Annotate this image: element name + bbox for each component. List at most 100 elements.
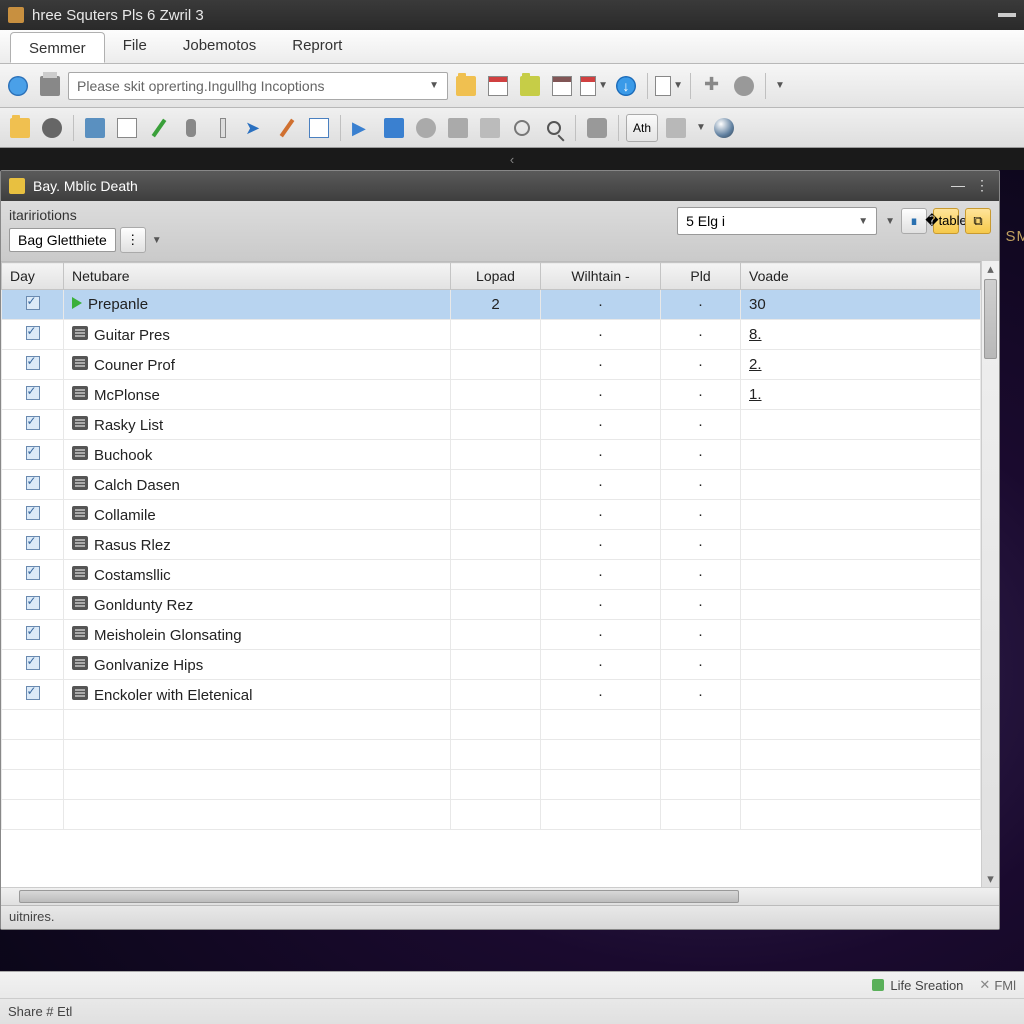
sphere-icon[interactable] [710, 114, 738, 142]
col-wilhtain[interactable]: Wilhtain - [541, 263, 661, 290]
settings-icon[interactable] [730, 72, 758, 100]
table-row[interactable]: Buchook·· [2, 440, 981, 470]
flask-icon[interactable] [81, 114, 109, 142]
pic-icon[interactable] [662, 114, 690, 142]
col-netubare[interactable]: Netubare [64, 263, 451, 290]
row-checkbox[interactable] [26, 386, 40, 400]
cursor-icon[interactable]: ➤ [241, 114, 269, 142]
report-icon[interactable]: ▼ [655, 72, 683, 100]
row-checkbox[interactable] [26, 566, 40, 580]
globe2-icon[interactable] [412, 114, 440, 142]
calendar2-icon[interactable]: ▼ [580, 72, 608, 100]
schedule-icon[interactable] [548, 72, 576, 100]
globe-icon[interactable] [4, 72, 32, 100]
bluetooth-icon[interactable] [380, 114, 408, 142]
minimize-button[interactable] [998, 13, 1016, 17]
row-pld: · [698, 416, 703, 433]
operation-combo[interactable]: Please skit oprerting.Ingullhg Incoption… [68, 72, 448, 100]
chart-icon[interactable]: ∎ [901, 208, 927, 234]
data-grid[interactable]: Day Netubare Lopad Wilhtain - Pld Voade … [1, 261, 981, 887]
pin-icon[interactable] [177, 114, 205, 142]
tab-file[interactable]: File [105, 30, 165, 63]
scroll-up-icon[interactable]: ▴ [982, 261, 999, 277]
col-lopad[interactable]: Lopad [451, 263, 541, 290]
grid-header-row[interactable]: Day Netubare Lopad Wilhtain - Pld Voade [2, 263, 981, 290]
row-voade: 1. [749, 386, 762, 403]
tab-jobemotos[interactable]: Jobemotos [165, 30, 274, 63]
col-day[interactable]: Day [2, 263, 64, 290]
row-checkbox[interactable] [26, 476, 40, 490]
download-icon[interactable] [612, 72, 640, 100]
panel-titlebar[interactable]: Bay. Mblic Death — ⋮ [1, 171, 999, 201]
row-name: Rasus Rlez [94, 537, 171, 554]
chevron-down-icon[interactable]: ▼ [885, 216, 895, 227]
note-icon[interactable] [305, 114, 333, 142]
calendar-icon[interactable] [484, 72, 512, 100]
hscroll-thumb[interactable] [19, 890, 739, 903]
export1-icon[interactable]: �table [933, 208, 959, 234]
compass-icon[interactable] [508, 114, 536, 142]
filter-combo[interactable]: 5 Elg i ▼ [677, 207, 877, 235]
table-row[interactable]: Rasus Rlez·· [2, 530, 981, 560]
row-checkbox[interactable] [26, 446, 40, 460]
edit-icon[interactable] [145, 114, 173, 142]
copy-icon[interactable] [113, 114, 141, 142]
export2-icon[interactable]: ⧉ [965, 208, 991, 234]
add-icon[interactable] [698, 72, 726, 100]
table-row[interactable]: McPlonse··1. [2, 380, 981, 410]
panel-menu-button[interactable]: ⋮ [973, 177, 991, 195]
row-checkbox[interactable] [26, 536, 40, 550]
row-checkbox[interactable] [26, 596, 40, 610]
picker-value[interactable]: Bag Gletthiete [9, 228, 116, 252]
row-checkbox[interactable] [26, 326, 40, 340]
robot-icon[interactable] [583, 114, 611, 142]
col-pld[interactable]: Pld [661, 263, 741, 290]
tab-reprort[interactable]: Reprort [274, 30, 360, 63]
search-icon[interactable] [540, 114, 568, 142]
ath-button[interactable]: Ath [626, 114, 658, 142]
table-row[interactable]: Enckoler with Eletenical·· [2, 680, 981, 710]
horizontal-scrollbar[interactable] [1, 887, 999, 905]
row-checkbox[interactable] [26, 656, 40, 670]
scroll-down-icon[interactable]: ▾ [982, 871, 999, 887]
table-row[interactable]: Guitar Pres··8. [2, 320, 981, 350]
table-row[interactable]: Calch Dasen·· [2, 470, 981, 500]
row-checkbox[interactable] [26, 506, 40, 520]
row-checkbox[interactable] [26, 626, 40, 640]
ruler-icon[interactable] [209, 114, 237, 142]
toolbar-primary: Please skit oprerting.Ingullhg Incoption… [0, 64, 1024, 108]
table-row[interactable]: Gonlvanize Hips·· [2, 650, 981, 680]
collapse-handle[interactable]: ‹ [0, 148, 1024, 170]
overflow-icon[interactable]: ▼ [775, 80, 785, 91]
folder-icon[interactable] [452, 72, 480, 100]
table-row[interactable]: Prepanle2··30 [2, 290, 981, 320]
row-checkbox[interactable] [26, 296, 40, 310]
target-icon[interactable] [38, 114, 66, 142]
pencil-icon[interactable] [273, 114, 301, 142]
table-row[interactable]: Rasky List·· [2, 410, 981, 440]
chevron-down-icon[interactable]: ▼ [696, 122, 706, 133]
table-row[interactable]: Collamile·· [2, 500, 981, 530]
chevron-down-icon[interactable]: ▼ [152, 235, 162, 246]
scroll-thumb[interactable] [984, 279, 997, 359]
open-folder-icon[interactable] [6, 114, 34, 142]
table-row[interactable]: Gonldunty Rez·· [2, 590, 981, 620]
row-name: Collamile [94, 507, 156, 524]
row-checkbox[interactable] [26, 416, 40, 430]
building-icon[interactable] [476, 114, 504, 142]
anchor-icon[interactable] [444, 114, 472, 142]
folder2-icon[interactable] [516, 72, 544, 100]
row-checkbox[interactable] [26, 686, 40, 700]
print-icon[interactable] [36, 72, 64, 100]
row-pld: · [698, 356, 703, 373]
col-voade[interactable]: Voade [741, 263, 981, 290]
table-row[interactable]: Meisholein Glonsating·· [2, 620, 981, 650]
picker-options-icon[interactable]: ⋮ [120, 227, 146, 253]
vertical-scrollbar[interactable]: ▴ ▾ [981, 261, 999, 887]
tab-semmer[interactable]: Semmer [10, 32, 105, 63]
panel-minimize-button[interactable]: — [949, 177, 967, 195]
table-row[interactable]: Couner Prof··2. [2, 350, 981, 380]
row-checkbox[interactable] [26, 356, 40, 370]
table-row[interactable]: Costamsllic·· [2, 560, 981, 590]
send-icon[interactable]: ▶ [348, 114, 376, 142]
